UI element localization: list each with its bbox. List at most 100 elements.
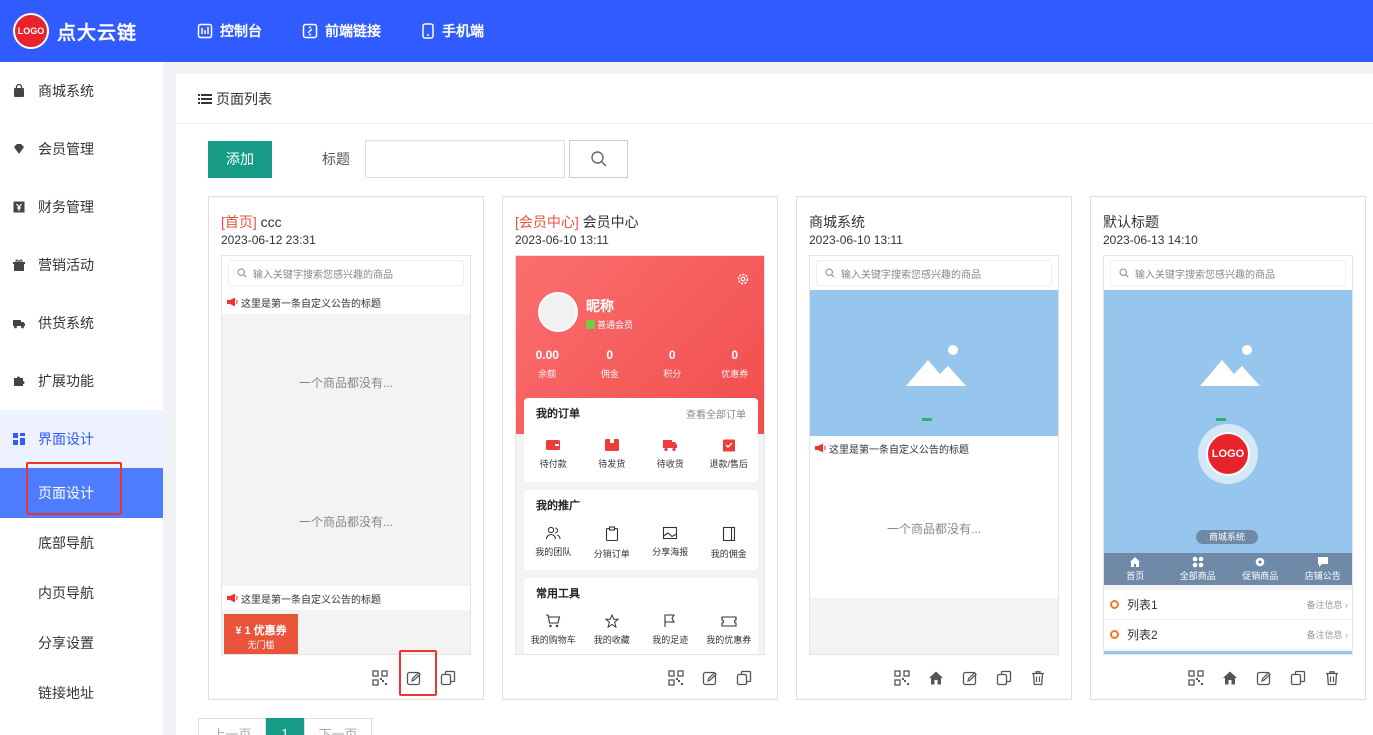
order-refund: 退款/售后 <box>700 438 759 470</box>
gear-icon <box>1255 557 1265 567</box>
topnav-dashboard-label: 控制台 <box>220 23 263 39</box>
banner-image <box>810 290 1058 436</box>
notice-text: 这里是第一条自定义公告的标题 <box>829 444 969 456</box>
stat-coupons: 0 优惠券 <box>704 348 765 380</box>
sidebar-sub-inner-nav[interactable]: 内页导航 <box>0 568 163 618</box>
page-preview: 输入关键字搜索您感兴趣的商品 LOGO 商城系统 首页 全部商品 促销商品 店铺… <box>1103 255 1353 655</box>
preview-search-placeholder: 输入关键字搜索您感兴趣的商品 <box>1135 269 1275 281</box>
flag-icon <box>664 614 676 627</box>
sidebar-item-label: 扩展功能 <box>38 373 94 389</box>
stat-points-value: 0 <box>668 348 676 362</box>
edit-button[interactable] <box>953 667 987 689</box>
qrcode-button[interactable] <box>363 667 397 689</box>
prev-page-button[interactable]: 上一页 <box>198 718 266 735</box>
preview-search: 输入关键字搜索您感兴趣的商品 <box>810 256 1058 290</box>
image-placeholder-icon <box>1200 345 1260 386</box>
notice-text: 这里是第一条自定义公告的标题 <box>241 594 381 606</box>
clipboard-check-icon <box>722 439 735 452</box>
card-tag: [首页] <box>221 214 257 230</box>
edit-button[interactable] <box>693 667 727 689</box>
search-button[interactable] <box>569 140 628 178</box>
top-bar: LOGO 点大云链 控制台 前端链接 手机端 <box>0 0 1373 62</box>
highlight-box <box>399 650 437 696</box>
sidebar-sub-link-address[interactable]: 链接地址 <box>0 668 163 718</box>
coupon: ¥ 1 优惠券 无门槛 <box>224 614 298 654</box>
sidebar-item-supply[interactable]: 供货系统 <box>0 294 163 352</box>
set-home-button[interactable] <box>919 667 953 689</box>
set-home-button[interactable] <box>1213 667 1247 689</box>
shop-bag-icon <box>14 84 24 97</box>
promo-team: 我的团队 <box>524 526 583 560</box>
sidebar-item-members[interactable]: 会员管理 <box>0 120 163 178</box>
member-nickname: 昵称 <box>586 298 614 314</box>
delete-button[interactable] <box>1315 667 1349 689</box>
promo-title: 我的推广 <box>536 500 580 512</box>
sidebar-item-finance[interactable]: 财务管理 <box>0 178 163 236</box>
sidebar-sub-page-design[interactable]: 页面设计 <box>0 462 163 518</box>
common-tools-box: 常用工具 我的购物车 我的收藏 我的足迹 我的优惠券 <box>524 578 759 654</box>
card-title-text: ccc <box>260 214 282 230</box>
image-icon <box>663 526 678 540</box>
qrcode-button[interactable] <box>659 667 693 689</box>
sidebar-sub-share-settings[interactable]: 分享设置 <box>0 618 163 668</box>
nav-label: 首页 <box>1126 571 1145 581</box>
stat-coupons-label: 优惠券 <box>721 369 749 379</box>
topnav-mobile[interactable]: 手机端 <box>421 21 484 41</box>
qrcode-icon <box>1188 670 1204 686</box>
sidebar-item-ui-design[interactable]: 界面设计 <box>0 410 163 468</box>
next-page-button[interactable]: 下一页 <box>304 718 372 735</box>
copy-button[interactable] <box>987 667 1021 689</box>
topnav-links[interactable]: 前端链接 <box>302 21 381 41</box>
topnav-dashboard[interactable]: 控制台 <box>197 21 262 41</box>
megaphone-icon <box>815 443 826 453</box>
copy-icon <box>996 670 1012 686</box>
box-icon <box>604 439 619 451</box>
promo-label: 我的团队 <box>535 547 572 557</box>
carousel-indicator <box>922 418 932 421</box>
sidebar-sub-bottom-nav[interactable]: 底部导航 <box>0 518 163 568</box>
brand-logo: LOGO <box>13 13 49 49</box>
order-unpaid: 待付款 <box>524 438 583 470</box>
page-card: 商城系统 2023-06-10 13:11 输入关键字搜索您感兴趣的商品 这里是… <box>796 196 1072 700</box>
add-button[interactable]: 添加 <box>208 140 272 178</box>
sidebar-item-extensions[interactable]: 扩展功能 <box>0 352 163 410</box>
sidebar-sub-label: 分享设置 <box>38 635 94 651</box>
promo-label: 分享海报 <box>652 547 689 557</box>
title-search-input[interactable] <box>365 140 565 178</box>
order-to-ship: 待发货 <box>583 438 642 470</box>
tool-coupons: 我的优惠券 <box>700 614 759 646</box>
search-icon <box>825 268 835 278</box>
copy-icon <box>1290 670 1306 686</box>
qrcode-button[interactable] <box>1179 667 1213 689</box>
search-icon <box>237 268 247 278</box>
copy-button[interactable] <box>727 667 761 689</box>
delete-button[interactable] <box>1021 667 1055 689</box>
megaphone-icon <box>227 593 238 603</box>
tool-label: 我的足迹 <box>652 635 689 645</box>
orders-more: 查看全部订单 <box>686 409 746 421</box>
yen-icon <box>13 201 25 213</box>
order-label: 退款/售后 <box>709 459 748 469</box>
order-to-receive: 待收货 <box>641 438 700 470</box>
home-icon <box>1223 671 1237 685</box>
stat-commission-value: 0 <box>606 348 614 362</box>
orders-title: 我的订单 <box>536 408 580 420</box>
check-icon <box>586 320 595 329</box>
qrcode-button[interactable] <box>885 667 919 689</box>
edit-icon <box>702 671 717 686</box>
sidebar-item-marketing[interactable]: 营销活动 <box>0 236 163 294</box>
page-1-button[interactable]: 1 <box>266 718 304 735</box>
order-label: 待发货 <box>598 459 626 469</box>
wallet-icon <box>546 440 561 450</box>
image-placeholder-icon <box>906 345 966 386</box>
copy-button[interactable] <box>1281 667 1315 689</box>
edit-button[interactable] <box>1247 667 1281 689</box>
avatar <box>538 292 578 332</box>
sidebar-item-mall[interactable]: 商城系统 <box>0 62 163 120</box>
mobile-icon <box>422 23 434 39</box>
promo-label: 我的佣金 <box>710 549 747 559</box>
copy-icon <box>440 670 456 686</box>
preview-notice: 这里是第一条自定义公告的标题 <box>222 586 470 610</box>
topnav-mobile-label: 手机端 <box>442 23 485 39</box>
main-panel: 页面列表 添加 标题 [首页] ccc 2023-06-12 23:31 输入关… <box>176 74 1373 735</box>
